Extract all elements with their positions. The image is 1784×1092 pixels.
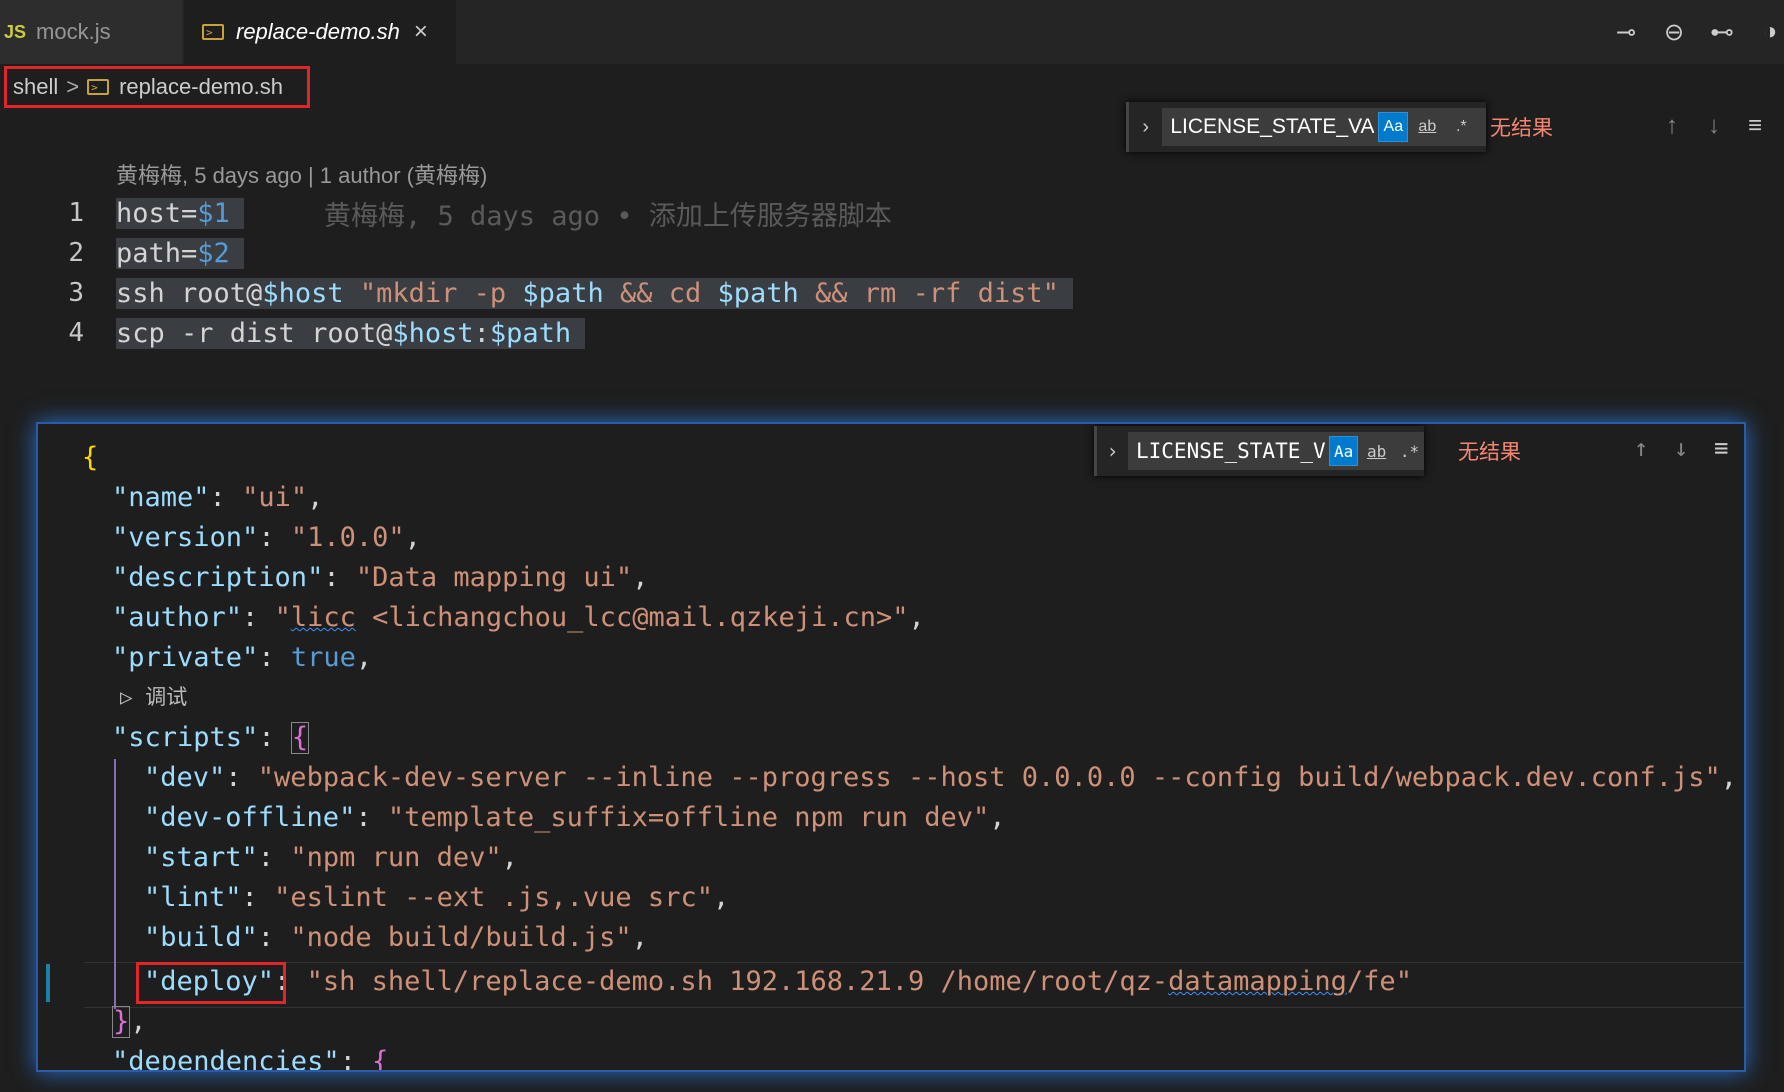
next-match-icon[interactable]: ↓ — [1708, 112, 1720, 140]
git-change-marker — [46, 964, 50, 1002]
json-line[interactable]: "version": "1.0.0", — [112, 518, 421, 558]
code-text: path=$2 — [116, 237, 244, 269]
breadcrumb: shell > >_ replace-demo.sh — [4, 66, 310, 108]
git-blame-codelens[interactable]: 黄梅梅, 5 days ago | 1 author (黄梅梅) — [116, 158, 487, 190]
json-line[interactable]: "dependencies": { — [112, 1042, 388, 1070]
json-line[interactable]: "start": "npm run dev", — [144, 838, 518, 878]
find-input[interactable]: LICENSE_STATE_VA Aa ab .* — [1162, 108, 1486, 146]
tab-replace-demo-sh[interactable]: >_ replace-demo.sh × — [184, 0, 456, 64]
regex-button[interactable]: .* — [1395, 436, 1424, 466]
close-tab-icon[interactable]: × — [414, 18, 428, 46]
json-line[interactable]: "dev-offline": "template_suffix=offline … — [144, 798, 1006, 838]
code-text: host=$1 — [116, 197, 244, 229]
find-result-status: 无结果 — [1458, 441, 1521, 464]
toggle-replace-icon[interactable]: › — [1094, 426, 1128, 476]
deploy-key-highlight — [136, 962, 286, 1004]
find-widget: › LICENSE_STATE_VA Aa ab .* — [1126, 102, 1486, 152]
json-line[interactable]: "description": "Data mapping ui", — [112, 558, 648, 598]
shell-file-icon: >_ — [87, 79, 110, 95]
next-change-icon[interactable]: ⊷ — [1708, 18, 1736, 47]
match-case-button[interactable]: Aa — [1329, 436, 1359, 466]
chevron-right-icon: > — [66, 74, 80, 99]
find-widget-peek: › LICENSE_STATE_VA Aa ab .* — [1094, 426, 1424, 476]
json-line[interactable]: "private": true, — [112, 638, 372, 678]
package-json-peek: › LICENSE_STATE_VA Aa ab .* 无结果 ↑ ↓ ≡ { … — [36, 422, 1746, 1072]
json-line[interactable]: "author": "licc <lichangchou_lcc@mail.qz… — [112, 598, 925, 638]
find-result-status: 无结果 — [1490, 117, 1553, 140]
json-line[interactable]: }, — [112, 1002, 147, 1042]
json-line[interactable]: "name": "ui", — [112, 478, 323, 518]
code-text: ssh root@$host "mkdir -p $path && cd $pa… — [116, 277, 1073, 309]
json-line[interactable]: { — [82, 438, 98, 478]
shell-file-icon: >_ — [202, 24, 224, 40]
json-line-deploy[interactable]: "deploy": "sh shell/replace-demo.sh 192.… — [144, 962, 1412, 1002]
json-line[interactable]: "scripts": { — [112, 718, 310, 758]
play-icon: ▷ — [120, 685, 146, 709]
line-number: 2 — [68, 238, 84, 268]
tab-label: replace-demo.sh — [236, 19, 400, 44]
json-line[interactable]: "dev": "webpack-dev-server --inline --pr… — [144, 758, 1737, 798]
tab-bar: JS mock.js >_ replace-demo.sh × ⊸ ⊖ ⊷ ◑ — [0, 0, 1784, 64]
tab-mock-js[interactable]: JS mock.js — [0, 0, 182, 64]
previous-change-icon[interactable]: ⊖ — [1660, 18, 1688, 47]
whole-word-button[interactable]: ab — [1412, 112, 1442, 142]
breadcrumb-file[interactable]: replace-demo.sh — [119, 74, 283, 100]
json-line[interactable]: "build": "node build/build.js", — [144, 918, 648, 958]
tab-label: mock.js — [36, 19, 111, 44]
indent-guide — [114, 759, 116, 1009]
line-number: 1 — [68, 198, 84, 228]
inline-blame: 黄梅梅, 5 days ago • 添加上传服务器脚本 — [324, 200, 892, 232]
find-menu-icon[interactable]: ≡ — [1714, 434, 1728, 462]
match-case-button[interactable]: Aa — [1378, 112, 1409, 142]
whole-word-button[interactable]: ab — [1362, 436, 1391, 466]
regex-button[interactable]: .* — [1446, 112, 1476, 142]
find-input[interactable]: LICENSE_STATE_VA Aa ab .* — [1128, 432, 1424, 470]
toggle-replace-icon[interactable]: › — [1126, 102, 1162, 152]
git-commit-icon[interactable]: ⊸ — [1612, 18, 1640, 47]
git-history-icon[interactable]: ◑ — [1756, 18, 1784, 47]
json-line[interactable]: "lint": "eslint --ext .js,.vue src", — [144, 878, 729, 918]
editor-actions: ⊸ ⊖ ⊷ ◑ — [1612, 18, 1784, 47]
line-number: 4 — [68, 318, 84, 348]
javascript-file-icon: JS — [4, 21, 27, 42]
code-text: scp -r dist root@$host:$path — [116, 317, 586, 349]
previous-match-icon[interactable]: ↑ — [1666, 112, 1678, 140]
line-number: 3 — [68, 278, 84, 308]
previous-match-icon[interactable]: ↑ — [1634, 434, 1648, 462]
debug-codelens[interactable]: ▷ 调试 — [120, 681, 187, 711]
find-menu-icon[interactable]: ≡ — [1748, 112, 1762, 140]
breadcrumb-folder[interactable]: shell — [13, 74, 58, 100]
next-match-icon[interactable]: ↓ — [1674, 434, 1688, 462]
